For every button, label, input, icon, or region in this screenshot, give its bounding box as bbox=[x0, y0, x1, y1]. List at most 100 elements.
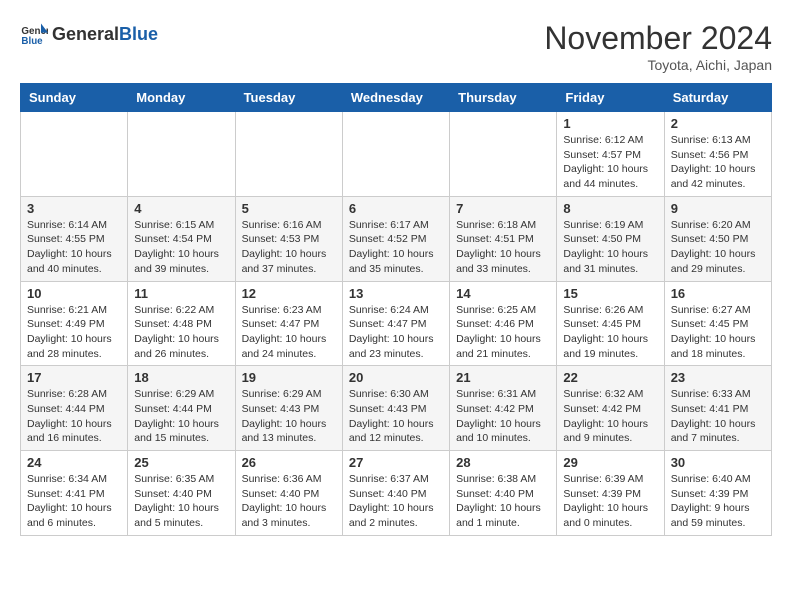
weekday-header: Monday bbox=[128, 84, 235, 112]
calendar-week-row: 3Sunrise: 6:14 AM Sunset: 4:55 PM Daylig… bbox=[21, 196, 772, 281]
day-number: 16 bbox=[671, 286, 765, 301]
header: General Blue GeneralBlue November 2024 T… bbox=[20, 20, 772, 73]
weekday-header: Friday bbox=[557, 84, 664, 112]
day-info: Sunrise: 6:30 AM Sunset: 4:43 PM Dayligh… bbox=[349, 387, 443, 446]
day-number: 19 bbox=[242, 370, 336, 385]
weekday-header: Thursday bbox=[450, 84, 557, 112]
calendar-cell bbox=[342, 112, 449, 197]
calendar-cell: 11 Sunrise: 6:22 AM Sunset: 4:48 PM Dayli… bbox=[128, 281, 235, 366]
day-info: Sunrise: 6:36 AM Sunset: 4:40 PM Dayligh… bbox=[242, 472, 336, 531]
calendar-cell: 26 Sunrise: 6:36 AM Sunset: 4:40 PM Dayli… bbox=[235, 451, 342, 536]
day-number: 30 bbox=[671, 455, 765, 470]
calendar-cell: 19 Sunrise: 6:29 AM Sunset: 4:43 PM Dayli… bbox=[235, 366, 342, 451]
calendar-cell bbox=[450, 112, 557, 197]
day-info: Sunrise: 6:33 AM Sunset: 4:41 PM Dayligh… bbox=[671, 387, 765, 446]
calendar-cell: 8 Sunrise: 6:19 AM Sunset: 4:50 PM Daylig… bbox=[557, 196, 664, 281]
day-info: Sunrise: 6:28 AM Sunset: 4:44 PM Dayligh… bbox=[27, 387, 121, 446]
day-info: Sunrise: 6:38 AM Sunset: 4:40 PM Dayligh… bbox=[456, 472, 550, 531]
day-number: 20 bbox=[349, 370, 443, 385]
calendar-cell: 12Sunrise: 6:23 AM Sunset: 4:47 PM Dayli… bbox=[235, 281, 342, 366]
calendar-cell: 20 Sunrise: 6:30 AM Sunset: 4:43 PM Dayli… bbox=[342, 366, 449, 451]
day-info: Sunrise: 6:32 AM Sunset: 4:42 PM Dayligh… bbox=[563, 387, 657, 446]
calendar-cell: 29 Sunrise: 6:39 AM Sunset: 4:39 PM Dayli… bbox=[557, 451, 664, 536]
day-info: Sunrise: 6:22 AM Sunset: 4:48 PM Dayligh… bbox=[134, 303, 228, 362]
day-info: Sunrise: 6:12 AM Sunset: 4:57 PM Dayligh… bbox=[563, 133, 657, 192]
calendar: SundayMondayTuesdayWednesdayThursdayFrid… bbox=[20, 83, 772, 536]
day-info: Sunrise: 6:31 AM Sunset: 4:42 PM Dayligh… bbox=[456, 387, 550, 446]
day-info: Sunrise: 6:16 AM Sunset: 4:53 PM Dayligh… bbox=[242, 218, 336, 277]
day-info: Sunrise: 6:34 AM Sunset: 4:41 PM Dayligh… bbox=[27, 472, 121, 531]
day-info: Sunrise: 6:37 AM Sunset: 4:40 PM Dayligh… bbox=[349, 472, 443, 531]
day-info: Sunrise: 6:26 AM Sunset: 4:45 PM Dayligh… bbox=[563, 303, 657, 362]
day-number: 22 bbox=[563, 370, 657, 385]
day-number: 10 bbox=[27, 286, 121, 301]
day-number: 14 bbox=[456, 286, 550, 301]
day-number: 26 bbox=[242, 455, 336, 470]
day-info: Sunrise: 6:13 AM Sunset: 4:56 PM Dayligh… bbox=[671, 133, 765, 192]
day-info: Sunrise: 6:29 AM Sunset: 4:43 PM Dayligh… bbox=[242, 387, 336, 446]
day-number: 18 bbox=[134, 370, 228, 385]
day-info: Sunrise: 6:24 AM Sunset: 4:47 PM Dayligh… bbox=[349, 303, 443, 362]
day-number: 28 bbox=[456, 455, 550, 470]
day-info: Sunrise: 6:25 AM Sunset: 4:46 PM Dayligh… bbox=[456, 303, 550, 362]
calendar-cell: 15 Sunrise: 6:26 AM Sunset: 4:45 PM Dayli… bbox=[557, 281, 664, 366]
day-number: 15 bbox=[563, 286, 657, 301]
calendar-cell: 4Sunrise: 6:15 AM Sunset: 4:54 PM Daylig… bbox=[128, 196, 235, 281]
weekday-header: Sunday bbox=[21, 84, 128, 112]
day-number: 8 bbox=[563, 201, 657, 216]
calendar-cell bbox=[235, 112, 342, 197]
calendar-cell: 1 Sunrise: 6:12 AM Sunset: 4:57 PM Daylig… bbox=[557, 112, 664, 197]
calendar-week-row: 17 Sunrise: 6:28 AM Sunset: 4:44 PM Dayli… bbox=[21, 366, 772, 451]
weekday-header-row: SundayMondayTuesdayWednesdayThursdayFrid… bbox=[21, 84, 772, 112]
calendar-cell: 22 Sunrise: 6:32 AM Sunset: 4:42 PM Dayli… bbox=[557, 366, 664, 451]
calendar-cell: 6Sunrise: 6:17 AM Sunset: 4:52 PM Daylig… bbox=[342, 196, 449, 281]
logo-blue: Blue bbox=[119, 24, 158, 44]
calendar-cell: 21 Sunrise: 6:31 AM Sunset: 4:42 PM Dayli… bbox=[450, 366, 557, 451]
day-number: 29 bbox=[563, 455, 657, 470]
calendar-cell: 10 Sunrise: 6:21 AM Sunset: 4:49 PM Dayli… bbox=[21, 281, 128, 366]
calendar-cell: 2 Sunrise: 6:13 AM Sunset: 4:56 PM Daylig… bbox=[664, 112, 771, 197]
calendar-cell: 3Sunrise: 6:14 AM Sunset: 4:55 PM Daylig… bbox=[21, 196, 128, 281]
calendar-cell: 28 Sunrise: 6:38 AM Sunset: 4:40 PM Dayli… bbox=[450, 451, 557, 536]
calendar-cell: 14 Sunrise: 6:25 AM Sunset: 4:46 PM Dayli… bbox=[450, 281, 557, 366]
day-number: 1 bbox=[563, 116, 657, 131]
day-number: 21 bbox=[456, 370, 550, 385]
day-info: Sunrise: 6:18 AM Sunset: 4:51 PM Dayligh… bbox=[456, 218, 550, 277]
calendar-cell: 24Sunrise: 6:34 AM Sunset: 4:41 PM Dayli… bbox=[21, 451, 128, 536]
day-number: 27 bbox=[349, 455, 443, 470]
calendar-cell: 9Sunrise: 6:20 AM Sunset: 4:50 PM Daylig… bbox=[664, 196, 771, 281]
calendar-week-row: 1 Sunrise: 6:12 AM Sunset: 4:57 PM Daylig… bbox=[21, 112, 772, 197]
day-number: 25 bbox=[134, 455, 228, 470]
day-number: 9 bbox=[671, 201, 765, 216]
day-info: Sunrise: 6:39 AM Sunset: 4:39 PM Dayligh… bbox=[563, 472, 657, 531]
day-number: 23 bbox=[671, 370, 765, 385]
title-area: November 2024 Toyota, Aichi, Japan bbox=[544, 20, 772, 73]
logo-icon: General Blue bbox=[20, 20, 48, 48]
calendar-cell: 30 Sunrise: 6:40 AM Sunset: 4:39 PM Dayli… bbox=[664, 451, 771, 536]
calendar-cell: 7Sunrise: 6:18 AM Sunset: 4:51 PM Daylig… bbox=[450, 196, 557, 281]
day-number: 2 bbox=[671, 116, 765, 131]
day-number: 4 bbox=[134, 201, 228, 216]
calendar-cell bbox=[128, 112, 235, 197]
calendar-cell: 25Sunrise: 6:35 AM Sunset: 4:40 PM Dayli… bbox=[128, 451, 235, 536]
calendar-cell: 5Sunrise: 6:16 AM Sunset: 4:53 PM Daylig… bbox=[235, 196, 342, 281]
day-info: Sunrise: 6:29 AM Sunset: 4:44 PM Dayligh… bbox=[134, 387, 228, 446]
day-info: Sunrise: 6:21 AM Sunset: 4:49 PM Dayligh… bbox=[27, 303, 121, 362]
day-info: Sunrise: 6:19 AM Sunset: 4:50 PM Dayligh… bbox=[563, 218, 657, 277]
calendar-week-row: 10 Sunrise: 6:21 AM Sunset: 4:49 PM Dayli… bbox=[21, 281, 772, 366]
day-number: 17 bbox=[27, 370, 121, 385]
logo-text: GeneralBlue bbox=[52, 24, 158, 45]
day-info: Sunrise: 6:23 AM Sunset: 4:47 PM Dayligh… bbox=[242, 303, 336, 362]
calendar-cell: 17 Sunrise: 6:28 AM Sunset: 4:44 PM Dayli… bbox=[21, 366, 128, 451]
day-info: Sunrise: 6:17 AM Sunset: 4:52 PM Dayligh… bbox=[349, 218, 443, 277]
calendar-cell: 13Sunrise: 6:24 AM Sunset: 4:47 PM Dayli… bbox=[342, 281, 449, 366]
svg-text:Blue: Blue bbox=[21, 36, 43, 47]
day-info: Sunrise: 6:14 AM Sunset: 4:55 PM Dayligh… bbox=[27, 218, 121, 277]
calendar-cell: 18 Sunrise: 6:29 AM Sunset: 4:44 PM Dayli… bbox=[128, 366, 235, 451]
day-number: 11 bbox=[134, 286, 228, 301]
weekday-header: Wednesday bbox=[342, 84, 449, 112]
day-info: Sunrise: 6:40 AM Sunset: 4:39 PM Dayligh… bbox=[671, 472, 765, 531]
weekday-header: Saturday bbox=[664, 84, 771, 112]
weekday-header: Tuesday bbox=[235, 84, 342, 112]
logo-general: General bbox=[52, 24, 119, 44]
